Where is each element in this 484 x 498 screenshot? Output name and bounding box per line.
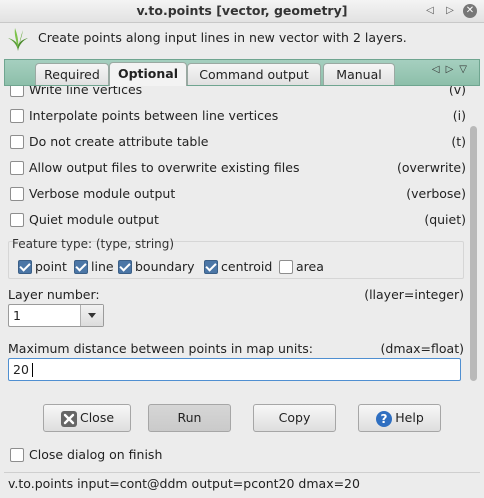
option-row[interactable]: Interpolate points between line vertices… — [10, 108, 466, 126]
dmax-value: 20 — [13, 362, 29, 377]
feature-checkbox[interactable] — [204, 260, 218, 274]
option-checkbox[interactable] — [10, 135, 24, 149]
layer-number-combo[interactable]: 1 — [8, 304, 104, 327]
layer-number-value: 1 — [13, 308, 21, 323]
optional-panel: Write line vertices (v) Interpolate poin… — [4, 86, 480, 391]
feature-type-title: Feature type: (type, string) — [12, 237, 175, 251]
run-button[interactable]: Run — [148, 404, 231, 432]
close-on-finish-label: Close dialog on finish — [29, 447, 163, 462]
option-row[interactable]: Allow output files to overwrite existing… — [10, 160, 466, 178]
option-flag: (overwrite) — [396, 160, 466, 175]
option-label: Write line vertices — [29, 86, 143, 97]
window-title: v.to.points [vector, geometry] — [136, 3, 348, 18]
layer-number-flag: (llayer=integer) — [364, 287, 464, 302]
feature-label: point — [35, 259, 67, 274]
close-window-icon[interactable]: ✕ — [463, 4, 477, 18]
svg-text:?: ? — [381, 412, 388, 426]
help-button[interactable]: ? Help — [358, 404, 441, 432]
maximize-icon[interactable]: ▷ — [443, 4, 457, 18]
option-checkbox[interactable] — [10, 213, 24, 227]
option-label: Verbose module output — [29, 186, 176, 201]
grass-logo-icon — [8, 28, 28, 51]
close-icon — [60, 410, 77, 427]
feature-label: centroid — [221, 259, 273, 274]
chevron-down-icon[interactable] — [80, 305, 103, 326]
feature-label: boundary — [135, 259, 195, 274]
run-button-label: Run — [177, 410, 202, 425]
option-checkbox[interactable] — [10, 161, 24, 175]
help-button-label: Help — [395, 410, 424, 425]
option-label: Interpolate points between line vertices — [29, 108, 279, 123]
close-on-finish-checkbox[interactable] — [10, 448, 24, 462]
window-titlebar: v.to.points [vector, geometry] ◁ ▷ ✕ — [0, 0, 484, 23]
dmax-flag: (dmax=float) — [380, 341, 464, 356]
scrollbar-thumb[interactable] — [470, 126, 477, 381]
tab-scroll-arrows[interactable]: ◁▷▽ — [432, 64, 473, 75]
module-description: Create points along input lines in new v… — [38, 30, 407, 45]
option-flag: (i) — [452, 108, 466, 123]
close-button[interactable]: Close — [43, 404, 131, 432]
tab-manual[interactable]: Manual — [323, 63, 395, 85]
option-row[interactable]: Do not create attribute table (t) — [10, 134, 466, 152]
option-flag: (v) — [448, 86, 466, 97]
option-row[interactable]: Quiet module output (quiet) — [10, 212, 466, 230]
panel-scrollbar[interactable] — [468, 86, 478, 386]
feature-checkbox[interactable] — [18, 260, 32, 274]
option-label: Allow output files to overwrite existing… — [29, 160, 300, 175]
feature-label: area — [296, 259, 324, 274]
option-row[interactable]: Write line vertices (v) — [10, 86, 466, 100]
option-flag: (verbose) — [406, 186, 466, 201]
feature-label: line — [91, 259, 114, 274]
help-icon: ? — [376, 410, 393, 427]
option-flag: (quiet) — [424, 212, 466, 227]
option-checkbox[interactable] — [10, 86, 24, 97]
copy-button-label: Copy — [278, 410, 311, 425]
feature-checkbox[interactable] — [118, 260, 132, 274]
copy-button[interactable]: Copy — [253, 404, 336, 432]
tab-optional[interactable]: Optional — [109, 62, 187, 86]
text-caret — [32, 363, 33, 377]
option-label: Do not create attribute table — [29, 134, 209, 149]
command-preview: v.to.points input=cont@ddm output=pcont2… — [8, 476, 360, 491]
close-on-finish-row[interactable]: Close dialog on finish — [10, 447, 310, 465]
option-row[interactable]: Verbose module output (verbose) — [10, 186, 466, 204]
dmax-input[interactable]: 20 — [8, 358, 461, 381]
module-header: Create points along input lines in new v… — [0, 22, 484, 57]
feature-checkbox[interactable] — [279, 260, 293, 274]
status-bar: v.to.points input=cont@ddm output=pcont2… — [4, 472, 480, 494]
close-button-label: Close — [79, 410, 115, 425]
option-checkbox[interactable] — [10, 187, 24, 201]
tab-required[interactable]: Required — [35, 63, 109, 85]
minimize-icon[interactable]: ◁ — [423, 4, 437, 18]
tab-command-output[interactable]: Command output — [187, 63, 321, 85]
dmax-label: Maximum distance between points in map u… — [8, 341, 313, 356]
option-flag: (t) — [451, 134, 466, 149]
layer-number-label: Layer number: — [8, 287, 100, 302]
feature-checkbox[interactable] — [74, 260, 88, 274]
tab-bar: Required Optional Command output Manual … — [4, 59, 480, 86]
option-checkbox[interactable] — [10, 109, 24, 123]
option-label: Quiet module output — [29, 212, 159, 227]
